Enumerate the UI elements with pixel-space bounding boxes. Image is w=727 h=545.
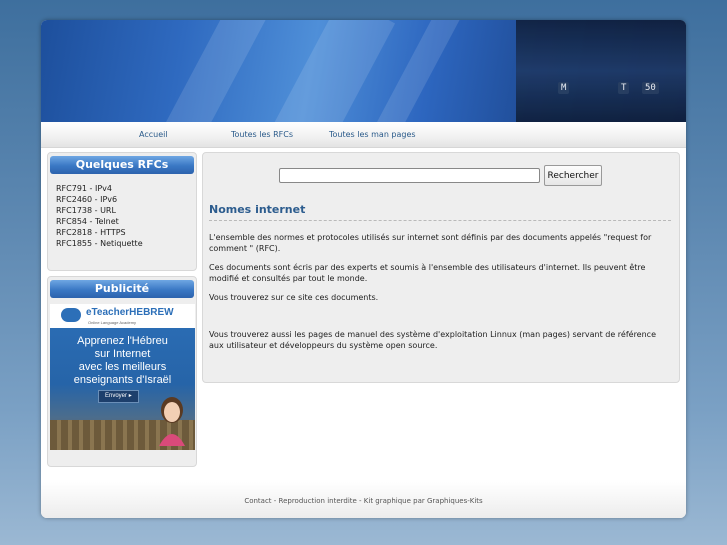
rfc-link-https[interactable]: RFC2818 - HTTPS: [56, 227, 196, 238]
arrow-right-icon: ▸: [128, 393, 132, 399]
rfc-list: RFC791 - IPv4 RFC2460 - IPv6 RFC1738 - U…: [56, 183, 196, 249]
experts-paragraph: Ces documents sont écris par des experts…: [209, 263, 646, 283]
rfc-link-ipv6[interactable]: RFC2460 - IPv6: [56, 194, 196, 205]
man-pages-paragraph: Vous trouverez aussi les pages de manuel…: [209, 330, 656, 350]
banner-label-m: M: [558, 82, 570, 94]
main-content-box: Rechercher Nomes internet L'ensemble des…: [202, 152, 680, 383]
nav-toutes-les-man-pages[interactable]: Toutes les man pages: [329, 130, 416, 139]
rfc-sidebar-box: Quelques RFCs RFC791 - IPv4 RFC2460 - IP…: [47, 152, 197, 271]
rfc-link-netiquette[interactable]: RFC1855 - Netiquette: [56, 238, 196, 249]
ad-text-line: Apprenez l'Hébreu: [77, 335, 168, 347]
search-input[interactable]: [279, 168, 540, 183]
page-title: Nomes internet: [209, 203, 671, 221]
ad-send-label: Envoyer: [105, 393, 128, 399]
advertisement-banner[interactable]: eTeacherHEBREW Online Language Academy A…: [50, 304, 195, 450]
page-container: M T 50 Accueil Toutes les RFCs Toutes le…: [41, 20, 686, 518]
ad-text-line: sur Internet: [94, 348, 151, 360]
intro-paragraph: L'ensemble des normes et protocoles util…: [209, 233, 652, 253]
rfc-link-ipv4[interactable]: RFC791 - IPv4: [56, 183, 196, 194]
top-navigation: Accueil Toutes les RFCs Toutes les man p…: [41, 122, 686, 148]
documents-paragraph: Vous trouverez sur ce site ces documents…: [209, 293, 379, 302]
nav-toutes-les-rfcs[interactable]: Toutes les RFCs: [231, 130, 293, 139]
rfc-link-telnet[interactable]: RFC854 - Telnet: [56, 216, 196, 227]
ad-tagline: Online Language Academy: [88, 320, 137, 325]
eteacher-logo: eTeacherHEBREW Online Language Academy: [50, 304, 195, 328]
teacher-portrait-image: [159, 397, 185, 446]
ad-text-line: enseignants d'Israël: [73, 374, 172, 386]
header-banner: M T 50: [41, 20, 686, 122]
rfc-box-title: Quelques RFCs: [50, 156, 194, 174]
ad-text: Apprenez l'Hébreu sur Internet avec les …: [50, 335, 195, 387]
ad-box-title: Publicité: [50, 280, 194, 298]
search-button[interactable]: Rechercher: [544, 165, 602, 186]
rfc-link-url[interactable]: RFC1738 - URL: [56, 205, 196, 216]
nav-accueil[interactable]: Accueil: [139, 130, 168, 139]
ad-brand: eTeacherHEBREW: [86, 307, 174, 318]
speech-bubble-icon: [61, 308, 81, 322]
ad-send-button[interactable]: Envoyer ▸: [98, 390, 139, 403]
ad-text-line: avec les meilleurs: [78, 361, 167, 373]
footer: Contact - Reproduction interdite - Kit g…: [41, 482, 686, 518]
ad-sidebar-box: Publicité eTeacherHEBREW Online Language…: [47, 276, 197, 467]
banner-label-t: T: [618, 82, 630, 94]
network-equipment-image: M T 50: [516, 20, 686, 122]
banner-label-50: 50: [642, 82, 659, 94]
footer-links[interactable]: Contact - Reproduction interdite - Kit g…: [41, 497, 686, 505]
